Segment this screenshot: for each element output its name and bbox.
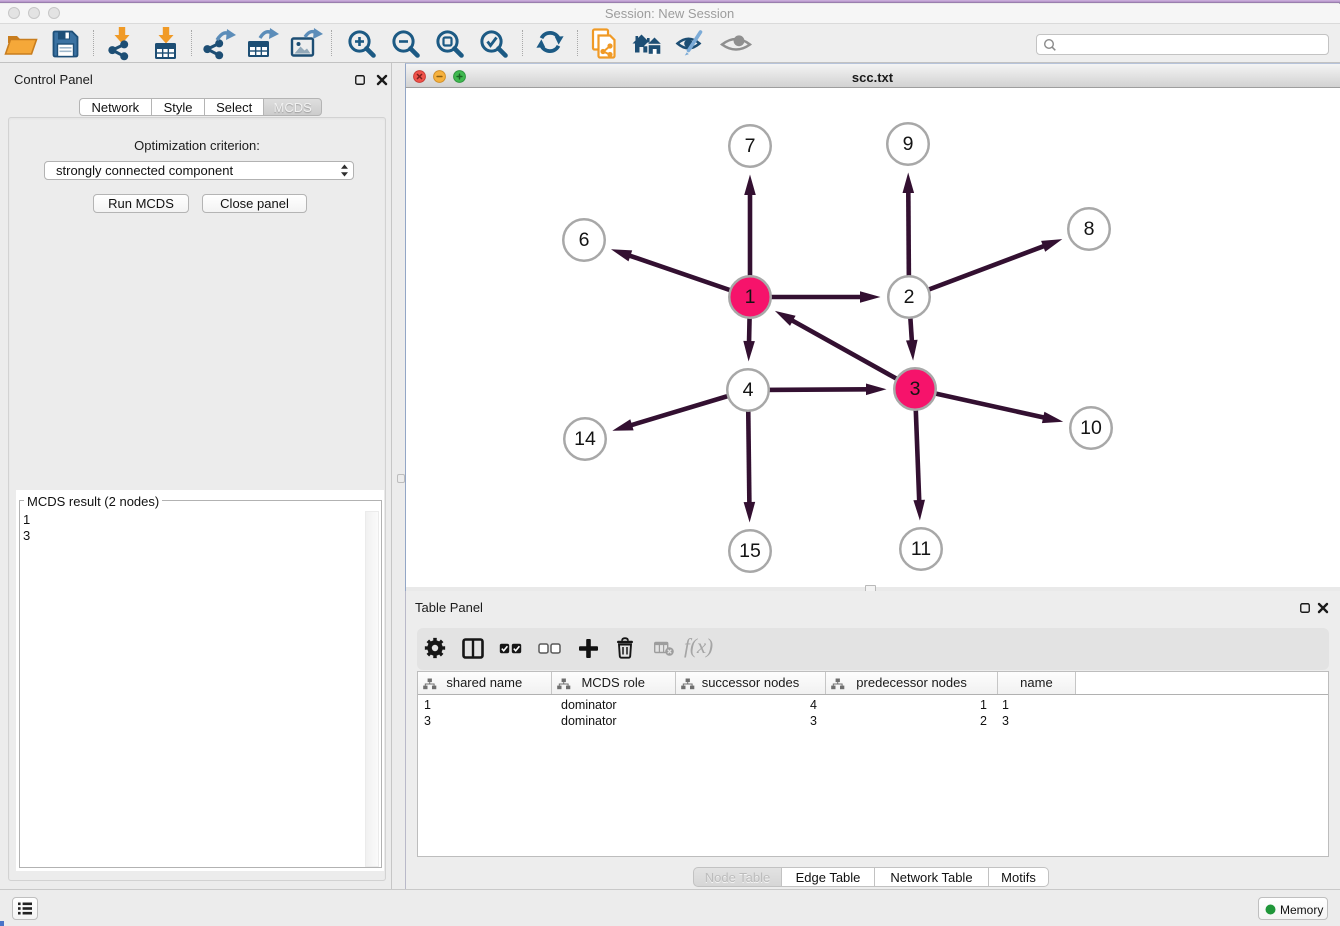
svg-text:8: 8: [1084, 218, 1095, 240]
svg-text:3: 3: [910, 378, 921, 400]
svg-text:15: 15: [739, 540, 761, 562]
svg-text:6: 6: [579, 229, 590, 251]
svg-text:1: 1: [745, 286, 756, 308]
svg-text:2: 2: [904, 286, 915, 308]
svg-text:14: 14: [574, 428, 596, 450]
svg-text:11: 11: [911, 538, 931, 560]
svg-text:4: 4: [743, 379, 754, 401]
svg-text:9: 9: [903, 133, 914, 155]
svg-text:7: 7: [745, 135, 756, 157]
svg-text:10: 10: [1080, 417, 1102, 439]
